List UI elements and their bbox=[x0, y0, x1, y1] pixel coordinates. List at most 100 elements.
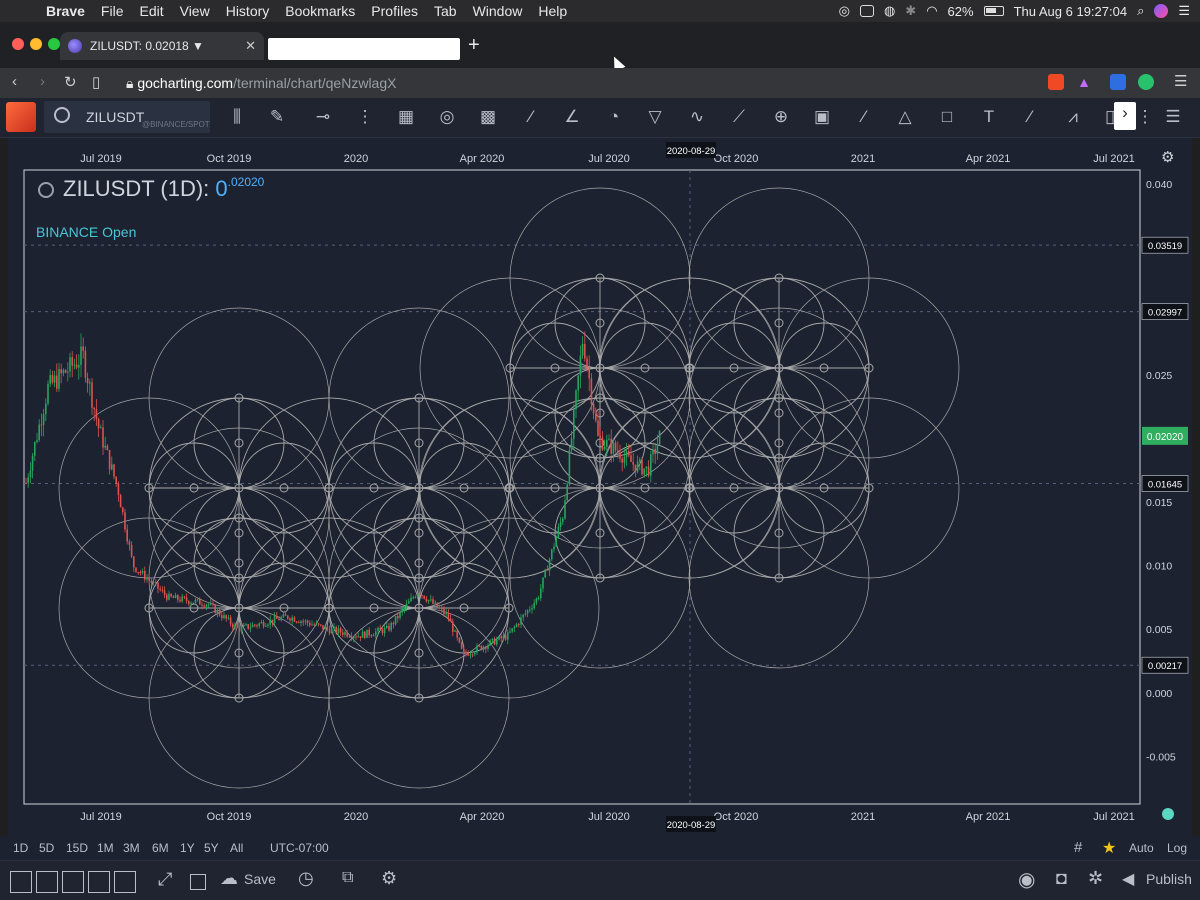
browser-menu-icon[interactable]: ☰ bbox=[1174, 72, 1187, 90]
log-scale-button[interactable]: Log bbox=[1167, 841, 1187, 855]
horizontal-line-tool-icon[interactable]: ⊸ bbox=[312, 106, 334, 128]
browser-tab-blank[interactable] bbox=[268, 38, 460, 60]
window-icon[interactable] bbox=[190, 874, 206, 890]
support-lifebuoy-icon[interactable]: ◉ bbox=[1018, 867, 1035, 892]
menu-view[interactable]: View bbox=[172, 0, 218, 22]
layout-three-col-icon[interactable] bbox=[62, 871, 84, 893]
chart-zoom-icon[interactable] bbox=[38, 182, 54, 198]
triangle-tool-icon[interactable]: △ bbox=[894, 106, 916, 128]
siri-icon[interactable] bbox=[1154, 4, 1169, 18]
minimize-window-button[interactable] bbox=[30, 38, 42, 50]
discord-icon[interactable]: ◘ bbox=[1056, 868, 1067, 889]
vertical-line-tool-icon[interactable]: ⋮ bbox=[354, 106, 376, 128]
bluetooth-icon[interactable]: ✱ bbox=[905, 3, 916, 19]
publish-button[interactable]: Publish bbox=[1146, 871, 1192, 887]
brush-tool-icon[interactable]: ⁄ bbox=[1019, 106, 1041, 128]
address-bar[interactable]: 🔒︎ gocharting.com/terminal/chart/qeNzwla… bbox=[118, 71, 1040, 95]
star-icon[interactable]: ★ bbox=[1102, 838, 1116, 858]
spotlight-search-icon[interactable]: ⌕ bbox=[1137, 3, 1144, 19]
more-options-icon[interactable]: ⋮ bbox=[1134, 106, 1156, 128]
layout-single-icon[interactable] bbox=[10, 871, 32, 893]
fan-tool-icon[interactable]: ⟋ bbox=[728, 106, 750, 128]
new-tab-button[interactable]: + bbox=[468, 34, 480, 57]
grid-tool-icon[interactable]: ▦ bbox=[395, 106, 417, 128]
interval-all[interactable]: All bbox=[230, 841, 243, 855]
brave-shields-icon[interactable] bbox=[1048, 74, 1064, 90]
layout-rows-icon[interactable] bbox=[88, 871, 110, 893]
translate-extension-icon[interactable] bbox=[1110, 74, 1126, 90]
interval-5d[interactable]: 5D bbox=[39, 841, 54, 855]
indicator-tool-icon[interactable]: ⩘ bbox=[1062, 106, 1084, 128]
price-chart[interactable]: Jul 2019 Jul 2019 Oct 2019 Oct 2019 2020 2020… bbox=[8, 138, 1192, 838]
fib-arc-tool-icon[interactable]: ◔ bbox=[603, 106, 625, 128]
menu-app-name[interactable]: Brave bbox=[38, 0, 93, 22]
menu-window[interactable]: Window bbox=[465, 0, 531, 22]
forward-icon[interactable]: › bbox=[40, 73, 45, 90]
wifi-icon[interactable]: ◠ bbox=[926, 3, 937, 19]
ray-tool-icon[interactable]: ⁄ bbox=[853, 106, 875, 128]
trend-line-tool-icon[interactable]: ⁄ bbox=[520, 106, 542, 128]
candlestick-type-icon[interactable]: ⫼ bbox=[226, 106, 248, 128]
battery-icon[interactable] bbox=[983, 6, 1004, 16]
interval-6m[interactable]: 6M bbox=[152, 841, 169, 855]
chart-legend-series[interactable]: BINANCE Open bbox=[36, 224, 136, 240]
interval-3m[interactable]: 3M bbox=[123, 841, 140, 855]
chart-panel[interactable]: Jul 2019 Jul 2019 Oct 2019 Oct 2019 2020 2020… bbox=[8, 138, 1192, 860]
fullscreen-icon[interactable]: ⤢ bbox=[158, 869, 172, 890]
add-chart-icon[interactable]: ⧉ bbox=[342, 869, 353, 887]
menu-edit[interactable]: Edit bbox=[131, 0, 171, 22]
reload-icon[interactable]: ↻ bbox=[64, 73, 77, 91]
interval-5y[interactable]: 5Y bbox=[204, 841, 219, 855]
screen-icon[interactable] bbox=[859, 5, 874, 17]
interval-1d[interactable]: 1D bbox=[13, 841, 28, 855]
pencil-tool-icon[interactable]: ✎ bbox=[266, 106, 288, 128]
viber-icon[interactable]: ◍ bbox=[884, 3, 895, 19]
control-center-icon[interactable]: ☰ bbox=[1178, 3, 1190, 19]
grid-toggle-icon[interactable]: # bbox=[1074, 839, 1082, 856]
interval-15d[interactable]: 15D bbox=[66, 841, 88, 855]
candle-body bbox=[581, 343, 584, 356]
layout-two-col-icon[interactable] bbox=[36, 871, 58, 893]
filter-tool-icon[interactable]: ▽ bbox=[644, 106, 666, 128]
menu-file[interactable]: File bbox=[93, 0, 132, 22]
creative-cloud-icon[interactable]: ◎ bbox=[839, 3, 850, 19]
close-window-button[interactable] bbox=[12, 38, 24, 50]
symbol-search-box[interactable]: ZILUSDT @BINANCE/SPOT bbox=[44, 101, 210, 133]
toolbar-scroll-right-icon[interactable]: › bbox=[1114, 102, 1136, 130]
menu-help[interactable]: Help bbox=[530, 0, 575, 22]
tab-close-icon[interactable]: ✕ bbox=[245, 38, 256, 54]
brave-rewards-icon[interactable]: ▲ bbox=[1076, 74, 1092, 90]
bookmark-icon[interactable]: ▯ bbox=[92, 73, 100, 91]
cloud-icon[interactable]: ☁ bbox=[220, 868, 238, 889]
megaphone-icon[interactable]: ◀ bbox=[1122, 869, 1134, 889]
grammarly-extension-icon[interactable] bbox=[1138, 74, 1154, 90]
bug-report-icon[interactable]: ✲ bbox=[1088, 868, 1103, 889]
layout-grid-icon[interactable] bbox=[114, 871, 136, 893]
auto-scale-button[interactable]: Auto bbox=[1129, 841, 1154, 855]
text-tool-icon[interactable]: T bbox=[978, 106, 1000, 128]
interval-1y[interactable]: 1Y bbox=[180, 841, 195, 855]
alert-clock-icon[interactable]: ◷ bbox=[298, 868, 314, 889]
gann-box-tool-icon[interactable]: ▩ bbox=[477, 106, 499, 128]
gocharting-logo[interactable] bbox=[6, 102, 36, 132]
circle-grid-tool-icon[interactable]: ⊕ bbox=[770, 106, 792, 128]
back-icon[interactable]: ‹ bbox=[12, 73, 17, 90]
candle-body bbox=[621, 458, 623, 463]
image-tool-icon[interactable]: ▣ bbox=[811, 106, 833, 128]
save-button[interactable]: Save bbox=[244, 871, 276, 887]
zoom-window-button[interactable] bbox=[48, 38, 60, 50]
browser-tab-active[interactable]: ZILUSDT: 0.02018 ▼ ✕ bbox=[60, 32, 264, 60]
menu-bookmarks[interactable]: Bookmarks bbox=[277, 0, 363, 22]
interval-1m[interactable]: 1M bbox=[97, 841, 114, 855]
spiral-tool-icon[interactable]: ◎ bbox=[436, 106, 458, 128]
clock[interactable]: Thu Aug 6 19:27:04 bbox=[1014, 4, 1127, 19]
timezone-label[interactable]: UTC-07:00 bbox=[270, 841, 329, 855]
rectangle-tool-icon[interactable]: □ bbox=[936, 106, 958, 128]
menu-profiles[interactable]: Profiles bbox=[363, 0, 426, 22]
menu-tab[interactable]: Tab bbox=[426, 0, 465, 22]
settings-gear-icon[interactable]: ⚙ bbox=[381, 868, 397, 889]
curve-tool-icon[interactable]: ∿ bbox=[686, 106, 708, 128]
hamburger-menu-icon[interactable]: ☰ bbox=[1162, 106, 1184, 128]
angle-tool-icon[interactable]: ∠ bbox=[561, 106, 583, 128]
menu-history[interactable]: History bbox=[218, 0, 278, 22]
